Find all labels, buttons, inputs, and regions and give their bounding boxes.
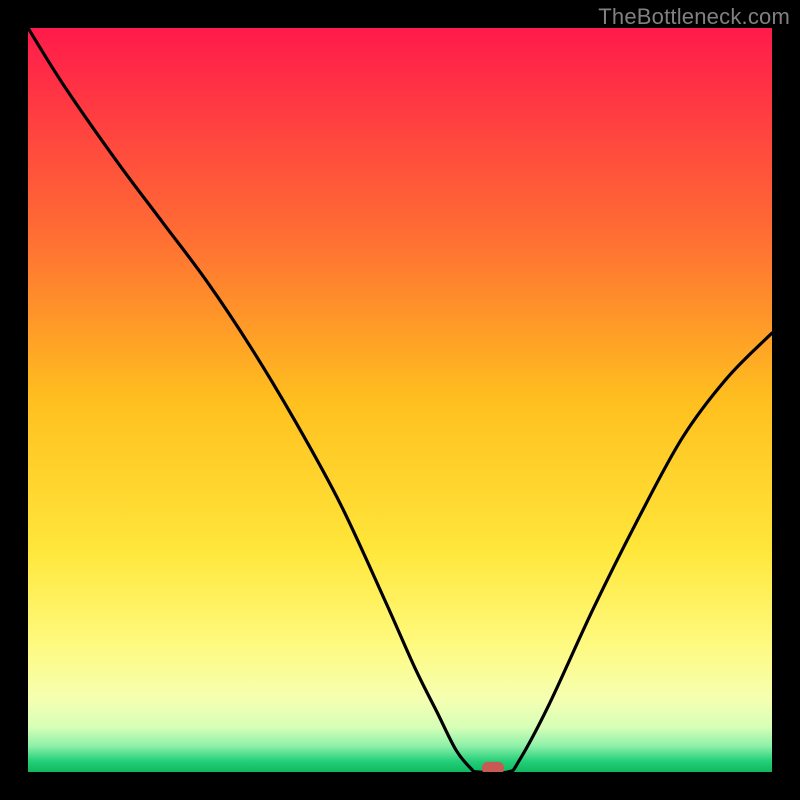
outer-frame: TheBottleneck.com — [0, 0, 800, 800]
watermark-text: TheBottleneck.com — [598, 4, 790, 30]
optimal-marker — [482, 762, 504, 772]
chart-svg — [28, 28, 772, 772]
chart-background-gradient — [28, 28, 772, 772]
chart-plot-area — [28, 28, 772, 772]
